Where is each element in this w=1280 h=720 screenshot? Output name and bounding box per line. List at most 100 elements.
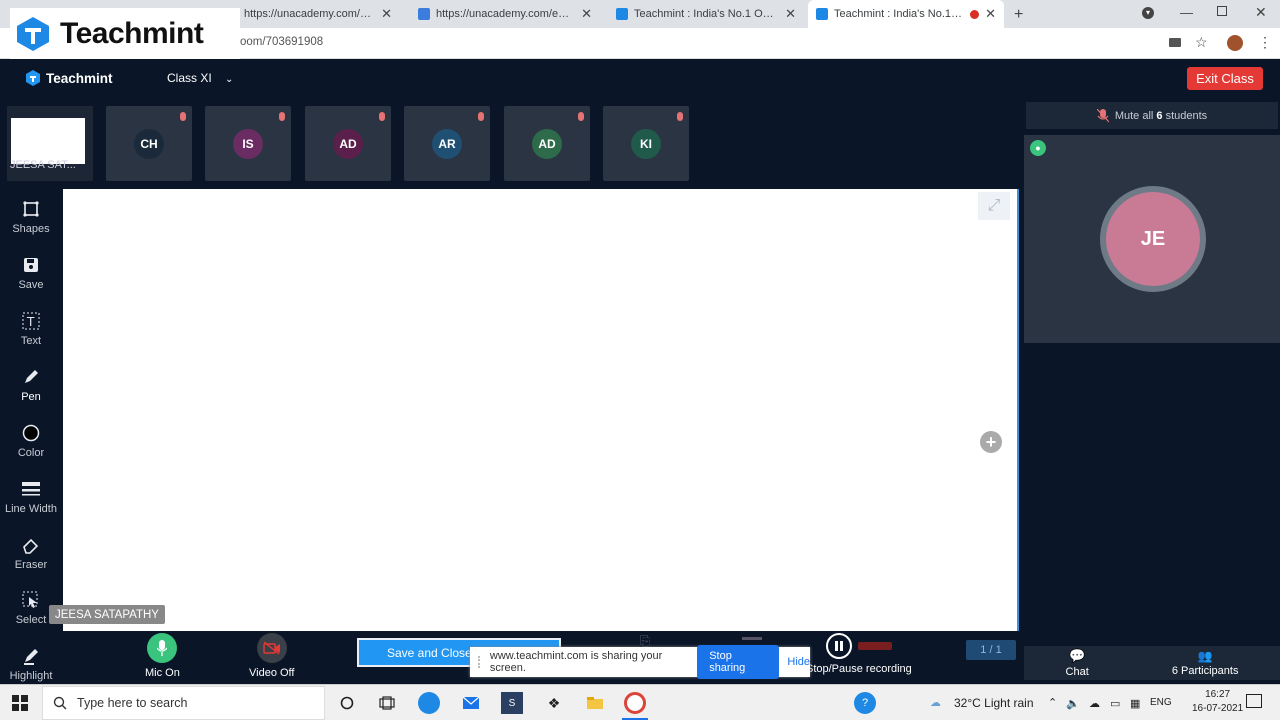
volume-icon[interactable]: 🔈 xyxy=(1066,697,1080,710)
drag-handle-icon[interactable] xyxy=(478,656,482,668)
tool-line-width[interactable]: Line Width xyxy=(0,479,62,515)
browser-tab[interactable]: https://unacademy.com/educato✕ xyxy=(236,0,400,28)
student-tile[interactable]: AD xyxy=(504,106,590,181)
close-window-icon[interactable]: ✕ xyxy=(1255,4,1267,21)
hide-button[interactable]: Hide xyxy=(787,656,810,668)
mic-muted-icon xyxy=(578,112,584,121)
teachmint-logo-icon xyxy=(17,17,49,51)
tool-highlight[interactable]: Highlight xyxy=(0,646,62,682)
mic-muted-icon xyxy=(279,112,285,121)
highlight-icon xyxy=(21,646,41,666)
color-icon xyxy=(21,423,41,443)
menu-dots-icon[interactable]: ⋮ xyxy=(1258,34,1272,51)
share-message: www.teachmint.com is sharing your screen… xyxy=(489,650,663,674)
search-icon xyxy=(53,696,67,710)
close-tab-icon[interactable]: ✕ xyxy=(985,6,996,22)
taskbar-clock[interactable]: 16:27 16-07-2021 xyxy=(1192,688,1243,716)
whiteboard-canvas[interactable] xyxy=(63,189,1019,631)
mic-muted-icon xyxy=(677,112,683,121)
mic-muted-icon xyxy=(379,112,385,121)
teachmint-favicon-icon xyxy=(816,8,828,20)
edge-icon[interactable] xyxy=(418,692,440,714)
cloud-icon[interactable]: ☁ xyxy=(1089,697,1100,710)
tool-save[interactable]: Save xyxy=(0,255,62,291)
student-tile[interactable]: IS xyxy=(205,106,291,181)
recording-dot-icon xyxy=(970,9,980,19)
watermark-logo: Teachmint xyxy=(10,8,240,60)
close-tab-icon[interactable]: ✕ xyxy=(381,6,392,22)
tool-pen[interactable]: Pen xyxy=(0,367,62,403)
tool-color[interactable]: Color xyxy=(0,423,62,459)
tool-shapes[interactable]: Shapes xyxy=(0,199,62,235)
network-icon[interactable]: ▦ xyxy=(1130,697,1140,710)
weather-icon: ☁ xyxy=(930,697,941,709)
bookmark-star-icon[interactable]: ☆ xyxy=(1195,34,1208,51)
mic-muted-icon xyxy=(478,112,484,121)
taskbar-search-input[interactable]: Type here to search xyxy=(42,686,325,720)
browser-tab-active[interactable]: Teachmint : India's No.1 Onl ✕ xyxy=(808,0,1004,28)
student-avatar: AD xyxy=(532,128,562,159)
close-tab-icon[interactable]: ✕ xyxy=(785,6,796,22)
profile-avatar[interactable] xyxy=(1227,35,1243,51)
video-toggle-button[interactable]: Video Off xyxy=(249,633,294,679)
windows-start-icon[interactable] xyxy=(12,695,28,716)
tray-chevron-icon[interactable]: ⌃ xyxy=(1048,696,1057,709)
language-indicator[interactable]: ENG xyxy=(1150,697,1172,708)
stop-sharing-button[interactable]: Stop sharing xyxy=(697,645,780,679)
expand-icon[interactable]: ⤢ xyxy=(978,192,1010,220)
notifications-icon[interactable] xyxy=(1246,694,1262,708)
mail-icon[interactable] xyxy=(460,692,482,714)
chat-icon: 💬 xyxy=(1069,648,1086,663)
mic-toggle-button[interactable]: Mic On xyxy=(145,633,180,679)
new-tab-icon[interactable]: + xyxy=(1014,6,1023,24)
text-icon: T xyxy=(21,311,41,331)
class-name-dropdown[interactable]: Class XI ⌄ xyxy=(167,71,233,85)
close-tab-icon[interactable]: ✕ xyxy=(581,6,592,22)
select-icon xyxy=(21,590,41,610)
browser-tab[interactable]: Teachmint : India's No.1 Online t ✕ xyxy=(608,0,804,28)
mute-all-button[interactable]: Mute all 6 students xyxy=(1026,102,1278,129)
student-tile[interactable]: AR xyxy=(404,106,490,181)
minimize-icon[interactable]: — xyxy=(1180,5,1193,20)
unacademy-favicon-icon xyxy=(418,8,430,20)
browser-tab[interactable]: https://unacademy.com/educato✕ xyxy=(410,0,600,28)
participants-button[interactable]: 👥 6 Participants xyxy=(1172,649,1239,677)
app-icon[interactable]: S xyxy=(501,692,523,714)
url-text[interactable]: oom/703691908 xyxy=(240,36,323,48)
student-tile[interactable]: AD xyxy=(305,106,391,181)
mic-icon xyxy=(147,633,178,663)
participants-icon: 👥 xyxy=(1197,649,1213,663)
maximize-icon[interactable] xyxy=(1217,6,1227,16)
exit-class-button[interactable]: Exit Class xyxy=(1187,67,1263,90)
teacher-avatar: JE xyxy=(1100,186,1206,292)
file-explorer-icon[interactable] xyxy=(584,692,606,714)
tool-text[interactable]: T Text xyxy=(0,311,62,347)
self-student-tile[interactable]: JEESA SAT... xyxy=(7,106,93,181)
mic-muted-icon xyxy=(180,112,186,121)
record-toggle-button[interactable]: Stop/Pause recording xyxy=(806,633,912,675)
chevron-down-icon: ⌄ xyxy=(225,74,234,85)
tool-eraser[interactable]: Eraser xyxy=(0,535,62,571)
dropbox-icon[interactable]: ❖ xyxy=(543,692,565,714)
svg-text:T: T xyxy=(26,315,35,329)
student-tile[interactable]: KI xyxy=(603,106,689,181)
panel-footer: 💬 Chat 👥 6 Participants xyxy=(1024,646,1280,680)
help-icon[interactable]: ? xyxy=(854,692,876,714)
camera-icon[interactable] xyxy=(1169,38,1181,47)
pen-icon xyxy=(21,367,41,387)
teachmint-favicon-icon xyxy=(616,8,628,20)
chrome-icon[interactable] xyxy=(624,692,646,714)
chat-button[interactable]: 💬 Chat xyxy=(1066,648,1089,678)
add-page-icon[interactable]: + xyxy=(980,431,1002,453)
weather-text[interactable]: 32°C Light rain xyxy=(954,696,1034,710)
battery-icon[interactable]: ▭ xyxy=(1110,697,1120,710)
cortana-icon[interactable] xyxy=(336,692,358,714)
screen-share-banner: www.teachmint.com is sharing your screen… xyxy=(470,645,810,679)
task-view-icon[interactable] xyxy=(376,692,398,714)
student-avatar: AD xyxy=(333,128,363,159)
student-avatar: AR xyxy=(432,128,462,159)
slider-icon[interactable] xyxy=(742,637,762,640)
student-tile[interactable]: CH xyxy=(106,106,192,181)
tab-search-icon[interactable]: ▾ xyxy=(1142,7,1154,19)
shapes-icon xyxy=(21,199,41,219)
